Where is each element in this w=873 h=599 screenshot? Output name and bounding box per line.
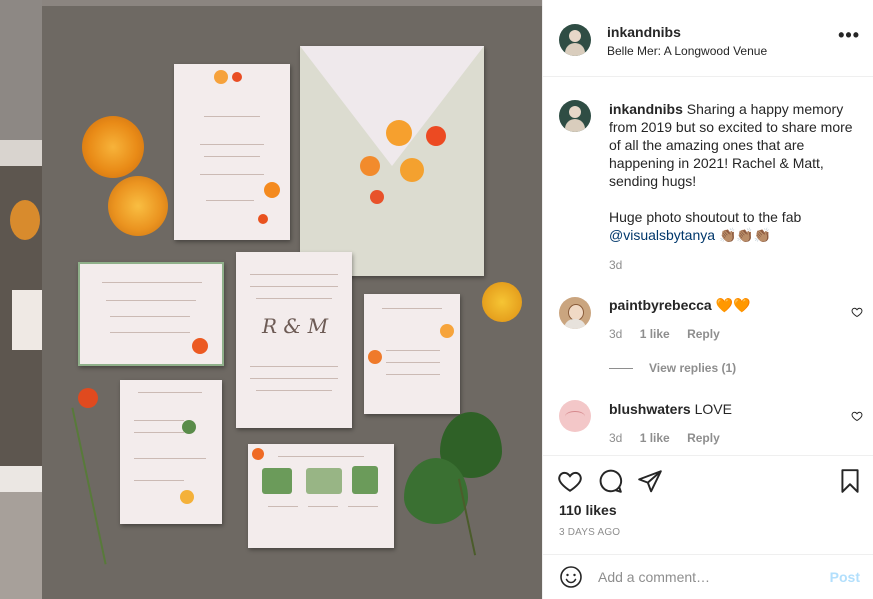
comment-input[interactable] (598, 567, 818, 587)
comment-meta: 3d 1 like Reply (609, 431, 734, 445)
newport-card (120, 380, 222, 524)
envelope (300, 46, 484, 276)
heart-icon[interactable] (557, 468, 583, 494)
comment: blushwaters LOVE (609, 400, 839, 418)
post-date[interactable]: 3 DAYS AGO (559, 527, 620, 538)
details-card (364, 294, 460, 414)
post-side-panel: inkandnibs Belle Mer: A Longwood Venue •… (542, 0, 873, 599)
comment: paintbyrebecca 🧡🧡 (609, 296, 839, 314)
caption: inkandnibs Sharing a happy memory from 2… (609, 100, 864, 244)
dahlia-flower (82, 116, 144, 178)
caption-text-2: Huge photo shoutout to the fab (609, 209, 802, 225)
smiley-icon[interactable] (559, 565, 583, 589)
mention-link[interactable]: @visualsbytanya (609, 227, 715, 243)
weekend-card (248, 444, 394, 548)
caption-time[interactable]: 3d (609, 258, 622, 272)
view-replies-label[interactable]: View replies (1) (649, 361, 736, 375)
lemon-fruit (482, 282, 522, 322)
location-link[interactable]: Belle Mer: A Longwood Venue (607, 44, 767, 58)
reply-button[interactable]: Reply (687, 327, 720, 341)
commenter-avatar[interactable] (559, 400, 591, 432)
post-button[interactable]: Post (830, 569, 860, 585)
add-comment-bar: Post (543, 554, 873, 599)
more-options-icon[interactable]: ••• (838, 26, 860, 44)
comment-text: 🧡🧡 (715, 297, 751, 313)
comment-time[interactable]: 3d (609, 327, 622, 341)
comment-text: LOVE (694, 401, 732, 417)
view-replies[interactable]: View replies (1) (609, 361, 736, 375)
author-avatar[interactable] (559, 24, 591, 56)
background-feed (0, 0, 42, 599)
likes-count[interactable]: 110 likes (559, 502, 617, 518)
main-invitation: R & M (236, 252, 352, 428)
menu-card (174, 64, 290, 240)
comment-username[interactable]: blushwaters (609, 401, 691, 417)
comment-likes[interactable]: 1 like (640, 431, 670, 445)
red-flower (78, 388, 98, 408)
small-heart-icon[interactable] (851, 410, 863, 422)
bookmark-icon[interactable] (837, 468, 863, 494)
author-username[interactable]: inkandnibs (607, 24, 681, 40)
dahlia-flower (108, 176, 168, 236)
caption-username[interactable]: inkandnibs (609, 101, 683, 117)
comment-meta: 3d 1 like Reply (609, 327, 734, 341)
reply-button[interactable]: Reply (687, 431, 720, 445)
small-heart-icon[interactable] (851, 306, 863, 318)
caption-avatar[interactable] (559, 100, 591, 132)
clap-emoji: 👏🏽👏🏽👏🏽 (718, 227, 772, 243)
commenter-avatar[interactable] (559, 297, 591, 329)
post-photo[interactable]: R & M (42, 6, 542, 599)
thank-you-card (78, 262, 224, 366)
comment-time[interactable]: 3d (609, 431, 622, 445)
action-bar: 110 likes 3 DAYS AGO Post (543, 455, 873, 598)
replies-dash (609, 368, 633, 370)
comment-bubble-icon[interactable] (597, 468, 623, 494)
paper-plane-icon[interactable] (637, 468, 663, 494)
comment-username[interactable]: paintbyrebecca (609, 297, 712, 313)
comment-likes[interactable]: 1 like (640, 327, 670, 341)
post-header: inkandnibs Belle Mer: A Longwood Venue •… (543, 0, 873, 77)
